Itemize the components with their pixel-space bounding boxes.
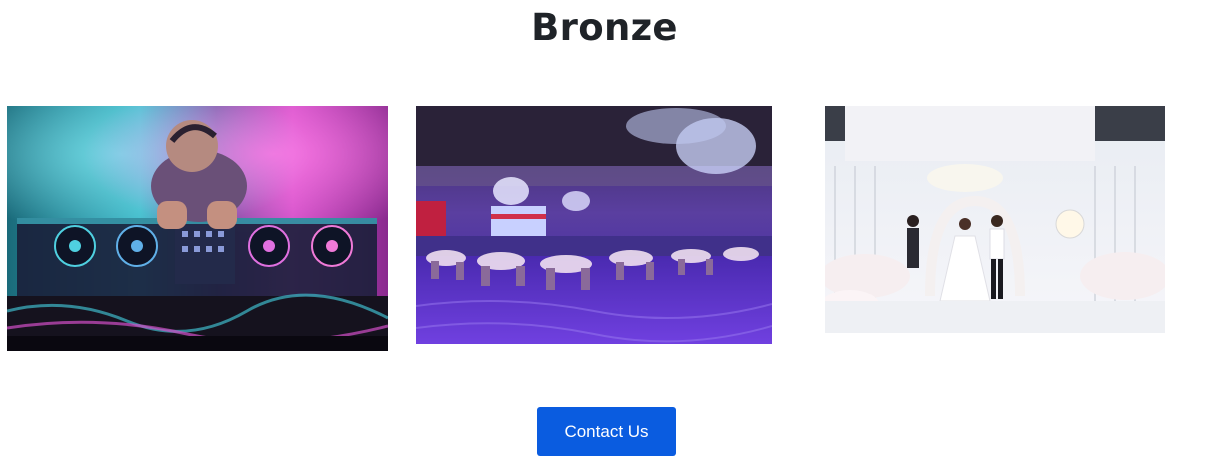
wedding-photo: [825, 106, 1165, 333]
banquet-hall-photo: [416, 106, 772, 344]
dj-photo: [7, 106, 388, 351]
page-title: Bronze: [531, 6, 678, 49]
contact-us-button[interactable]: Contact Us: [537, 407, 676, 456]
